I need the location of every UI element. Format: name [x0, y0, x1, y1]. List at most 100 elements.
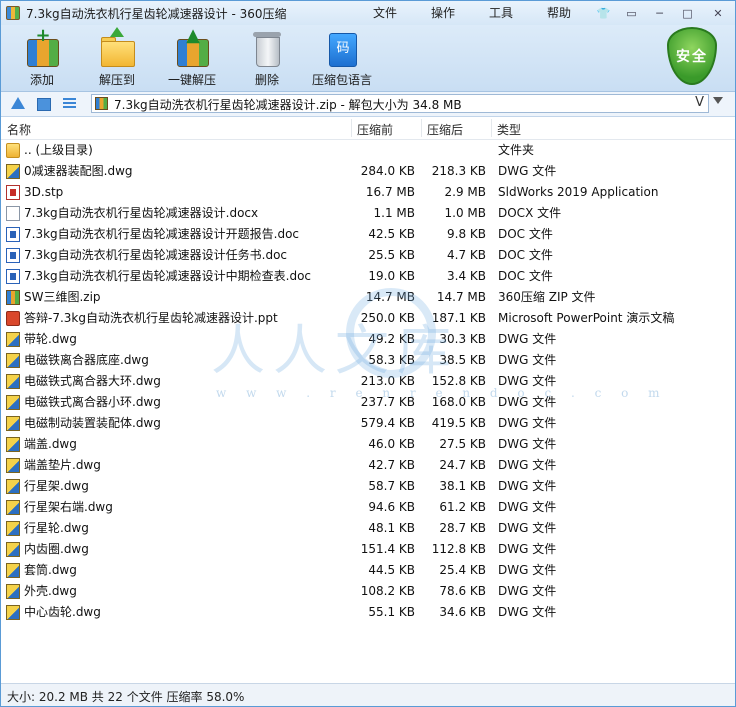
column-name[interactable]: 名称	[7, 121, 31, 138]
dwg-file-icon	[6, 458, 20, 473]
column-divider[interactable]	[351, 119, 352, 137]
file-original-size: 55.1 KB	[368, 605, 415, 619]
file-row[interactable]: .. (上级目录) 文件夹	[1, 140, 735, 161]
extract-to-label: 解压到	[98, 73, 135, 87]
up-arrow-icon[interactable]	[9, 95, 27, 113]
file-name: 0减速器装配图.dwg	[24, 164, 133, 178]
dwg-file-icon	[6, 395, 20, 410]
file-name: 行星架右端.dwg	[24, 500, 113, 514]
file-original-size: 58.3 KB	[368, 353, 415, 367]
file-original-size: 44.5 KB	[368, 563, 415, 577]
file-name: 电磁铁式离合器小环.dwg	[24, 395, 161, 409]
one-click-extract-button[interactable]: ▲ 一键解压	[160, 27, 224, 89]
file-compressed-size: 24.7 KB	[439, 458, 486, 472]
file-original-size: 16.7 MB	[365, 185, 415, 199]
file-row[interactable]: 行星架.dwg 58.7 KB 38.1 KB DWG 文件	[1, 476, 735, 497]
file-row[interactable]: 内齿圈.dwg 151.4 KB 112.8 KB DWG 文件	[1, 539, 735, 560]
delete-button[interactable]: 删除	[235, 29, 299, 89]
menu-icon[interactable]: ▭	[619, 4, 644, 23]
file-original-size: 46.0 KB	[368, 437, 415, 451]
extract-folder-icon	[98, 27, 136, 67]
extract-to-button[interactable]: 解压到	[85, 27, 149, 89]
file-row[interactable]: 3D.stp 16.7 MB 2.9 MB SldWorks 2019 Applica…	[1, 182, 735, 203]
file-type: DWG 文件	[498, 605, 557, 619]
delete-label: 删除	[254, 73, 279, 87]
file-row[interactable]: 0减速器装配图.dwg 284.0 KB 218.3 KB DWG 文件	[1, 161, 735, 182]
list-view-icon[interactable]	[61, 95, 79, 113]
doc-file-icon	[6, 248, 20, 263]
file-row[interactable]: 端盖.dwg 46.0 KB 27.5 KB DWG 文件	[1, 434, 735, 455]
file-row[interactable]: 外壳.dwg 108.2 KB 78.6 KB DWG 文件	[1, 581, 735, 602]
minimize-icon[interactable]: ─	[647, 4, 672, 23]
status-text: 大小: 20.2 MB 共 22 个文件 压缩率 58.0%	[7, 690, 245, 704]
file-row[interactable]: 端盖垫片.dwg 42.7 KB 24.7 KB DWG 文件	[1, 455, 735, 476]
file-name: 端盖垫片.dwg	[24, 458, 101, 472]
menu-bar: 文件 操作 工具 帮助	[373, 4, 605, 22]
file-name: 行星架.dwg	[24, 479, 89, 493]
file-original-size: 151.4 KB	[360, 542, 415, 556]
add-button[interactable]: + 添加	[10, 27, 74, 89]
file-row[interactable]: 电磁制动装置装配体.dwg 579.4 KB 419.5 KB DWG 文件	[1, 413, 735, 434]
file-row[interactable]: 中心齿轮.dwg 55.1 KB 34.6 KB DWG 文件	[1, 602, 735, 623]
file-row[interactable]: 电磁铁式离合器小环.dwg 237.7 KB 168.0 KB DWG 文件	[1, 392, 735, 413]
file-type: DWG 文件	[498, 374, 557, 388]
file-original-size: 237.7 KB	[360, 395, 415, 409]
file-name: 7.3kg自动洗衣机行星齿轮减速器设计任务书.doc	[24, 248, 288, 262]
address-text: 7.3kg自动洗衣机行星齿轮减速器设计.zip - 解包大小为 34.8 MB	[114, 98, 462, 112]
address-dropdown-icon[interactable]	[713, 97, 723, 104]
column-type[interactable]: 类型	[497, 121, 521, 138]
dwg-file-icon	[6, 353, 20, 368]
file-compressed-size: 61.2 KB	[439, 500, 486, 514]
file-row[interactable]: 答辩-7.3kg自动洗衣机行星齿轮减速器设计.ppt 250.0 KB 187.1 …	[1, 308, 735, 329]
menu-tools[interactable]: 工具	[489, 4, 547, 22]
file-name: 带轮.dwg	[24, 332, 77, 346]
menu-file[interactable]: 文件	[373, 4, 431, 22]
file-name: 电磁铁离合器底座.dwg	[24, 353, 149, 367]
file-row[interactable]: 7.3kg自动洗衣机行星齿轮减速器设计开题报告.doc 42.5 KB 9.8 KB…	[1, 224, 735, 245]
file-row[interactable]: SW三维图.zip 14.7 MB 14.7 MB 360压缩 ZIP 文件	[1, 287, 735, 308]
file-name: 套筒.dwg	[24, 563, 77, 577]
file-row[interactable]: 行星架右端.dwg 94.6 KB 61.2 KB DWG 文件	[1, 497, 735, 518]
file-row[interactable]: 电磁铁式离合器大环.dwg 213.0 KB 152.8 KB DWG 文件	[1, 371, 735, 392]
menu-operation[interactable]: 操作	[431, 4, 489, 22]
column-divider[interactable]	[421, 119, 422, 137]
file-row[interactable]: 带轮.dwg 49.2 KB 30.3 KB DWG 文件	[1, 329, 735, 350]
security-shield-button[interactable]: 安全	[667, 27, 717, 85]
archive-language-label: 压缩包语言	[311, 73, 372, 87]
file-type: DWG 文件	[498, 164, 557, 178]
file-row[interactable]: 行星轮.dwg 48.1 KB 28.7 KB DWG 文件	[1, 518, 735, 539]
file-compressed-size: 419.5 KB	[431, 416, 486, 430]
file-row[interactable]: 7.3kg自动洗衣机行星齿轮减速器设计中期检查表.doc 19.0 KB 3.4 K…	[1, 266, 735, 287]
large-icon-view-icon[interactable]	[35, 95, 53, 113]
close-icon[interactable]: ✕	[703, 4, 733, 23]
file-row[interactable]: 电磁铁离合器底座.dwg 58.3 KB 38.5 KB DWG 文件	[1, 350, 735, 371]
file-compressed-size: 9.8 KB	[447, 227, 486, 241]
file-type: DWG 文件	[498, 563, 557, 577]
file-row[interactable]: 7.3kg自动洗衣机行星齿轮减速器设计.docx 1.1 MB 1.0 MB DOCX…	[1, 203, 735, 224]
language-badge: 码	[329, 33, 357, 67]
stp-file-icon	[6, 185, 20, 200]
column-divider[interactable]	[491, 119, 492, 137]
archive-language-button[interactable]: 码 压缩包语言	[310, 29, 374, 89]
file-name: .. (上级目录)	[24, 143, 93, 157]
file-type: DOCX 文件	[498, 206, 562, 220]
file-type: DWG 文件	[498, 521, 557, 535]
file-row[interactable]: 套筒.dwg 44.5 KB 25.4 KB DWG 文件	[1, 560, 735, 581]
shirt-icon[interactable]: 👕	[591, 4, 616, 23]
file-row[interactable]: 7.3kg自动洗衣机行星齿轮减速器设计任务书.doc 25.5 KB 4.7 KB D…	[1, 245, 735, 266]
column-compressed-size[interactable]: 压缩后	[427, 121, 463, 138]
one-click-extract-icon: ▲	[173, 27, 211, 67]
one-click-extract-label: 一键解压	[167, 73, 216, 87]
file-type: DOC 文件	[498, 269, 553, 283]
column-original-size[interactable]: 压缩前	[357, 121, 393, 138]
dwg-file-icon	[6, 164, 20, 179]
file-name: 电磁铁式离合器大环.dwg	[24, 374, 161, 388]
file-type: 360压缩 ZIP 文件	[498, 290, 596, 304]
maximize-icon[interactable]: □	[675, 4, 700, 23]
file-compressed-size: 2.9 MB	[444, 185, 486, 199]
dwg-file-icon	[6, 542, 20, 557]
dwg-file-icon	[6, 416, 20, 431]
address-bar: 7.3kg自动洗衣机行星齿轮减速器设计.zip - 解包大小为 34.8 MB …	[1, 92, 735, 117]
address-field[interactable]: 7.3kg自动洗衣机行星齿轮减速器设计.zip - 解包大小为 34.8 MB …	[91, 94, 709, 113]
file-compressed-size: 4.7 KB	[447, 248, 486, 262]
